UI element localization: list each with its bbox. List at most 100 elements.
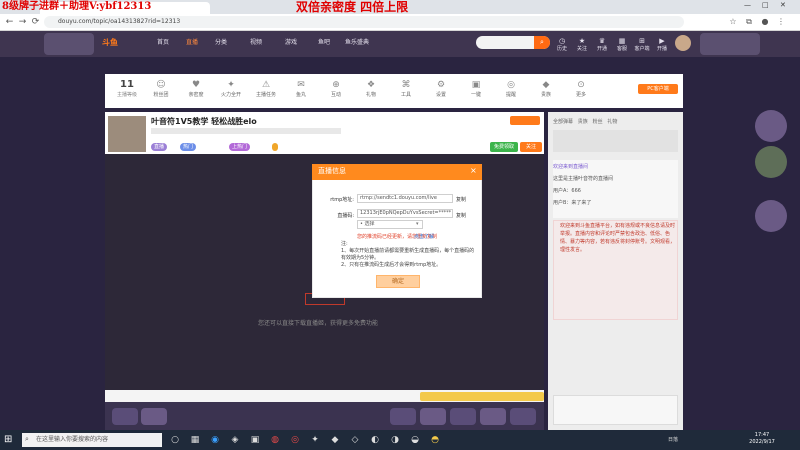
system-clock[interactable]: 17:47 2022/9/17 bbox=[742, 432, 782, 446]
settings-icon[interactable]: ⚙ 设置 bbox=[428, 79, 454, 101]
nav-live[interactable]: 直播 bbox=[186, 38, 198, 48]
nav-category[interactable]: 分类 bbox=[215, 38, 227, 48]
fishball-icon[interactable]: ✉ 鱼丸 bbox=[288, 79, 314, 101]
extension-icon[interactable]: ⧉ bbox=[744, 17, 754, 27]
gift-slot[interactable] bbox=[450, 408, 476, 425]
tab-all[interactable]: 全部弹幕 bbox=[553, 119, 573, 125]
room-tag[interactable] bbox=[272, 143, 278, 151]
profile-icon[interactable]: ● bbox=[760, 17, 770, 27]
claim-button[interactable]: 免费领取 bbox=[490, 142, 518, 152]
reload-icon[interactable]: ⟳ bbox=[30, 17, 41, 28]
gift-icon[interactable]: ❖ 礼物 bbox=[358, 79, 384, 101]
room-tag[interactable]: 热门 bbox=[180, 143, 197, 151]
chat-message: 用户B：来了来了 bbox=[553, 200, 592, 206]
user-avatar[interactable] bbox=[675, 35, 691, 51]
broadcast-icon[interactable]: ▶ 开播 bbox=[653, 37, 671, 53]
fan-club-icon[interactable]: ☺ 粉丝团 bbox=[148, 79, 174, 101]
app-icon[interactable]: ◓ bbox=[428, 433, 442, 447]
app-icon[interactable]: ◑ bbox=[388, 433, 402, 447]
rtmp-field[interactable]: rtmp://sendtc1.douyu.com/live bbox=[357, 194, 453, 203]
more-icon[interactable]: ⊙ 更多 bbox=[568, 79, 594, 101]
app-icon[interactable]: ◇ bbox=[348, 433, 362, 447]
one-click-icon[interactable]: ▣ 一键 bbox=[463, 79, 489, 101]
interact-icon[interactable]: ⊕ 互动 bbox=[323, 79, 349, 101]
tip-line: 2、只有在推流码生成后才会得到rtmp地址。 bbox=[341, 262, 442, 268]
fire-icon[interactable]: ✦ 火力全开 bbox=[218, 79, 244, 101]
taskbar-search-input[interactable]: 在这里输入你要搜索的内容 bbox=[22, 433, 162, 447]
app-icon[interactable]: ◈ bbox=[228, 433, 242, 447]
explorer-icon[interactable]: ▦ bbox=[188, 433, 202, 447]
pc-client-button[interactable]: PC客户端 bbox=[638, 84, 678, 94]
room-title: 叶音符1V5教学 轻松战胜elo bbox=[151, 117, 257, 126]
chat-message: 欢迎来到直播间 bbox=[553, 164, 589, 170]
nav-home[interactable]: 首页 bbox=[157, 38, 169, 48]
nav-yuba[interactable]: 鱼吧 bbox=[318, 38, 330, 48]
anchor-level[interactable]: 11 主播等级 bbox=[112, 79, 142, 98]
streamer-avatar[interactable] bbox=[108, 116, 146, 152]
chat-input[interactable] bbox=[553, 395, 678, 425]
task-view-icon[interactable]: ○ bbox=[168, 433, 182, 447]
window-close-icon[interactable]: ✕ bbox=[780, 1, 786, 9]
gift-slot[interactable] bbox=[390, 408, 416, 425]
gift-slot[interactable] bbox=[112, 408, 138, 425]
learn-more-link[interactable]: 点击了解 bbox=[414, 233, 434, 240]
edge-icon[interactable]: ◉ bbox=[208, 433, 222, 447]
gift-slot[interactable] bbox=[420, 408, 446, 425]
app-icon[interactable]: ▣ bbox=[248, 433, 262, 447]
nav-video[interactable]: 视频 bbox=[250, 38, 262, 48]
server-select[interactable]: • 选择 bbox=[357, 220, 423, 229]
notice-text: 欢迎来到斗鱼直播平台，如有违规或不良信息请及时举报。直播内容和评论时严禁包含政治… bbox=[560, 223, 676, 253]
app-icon[interactable]: ◆ bbox=[328, 433, 342, 447]
gift-slot[interactable] bbox=[510, 408, 536, 425]
tab-gift[interactable]: 礼物 bbox=[607, 119, 617, 125]
search-icon[interactable]: ⌕ bbox=[534, 36, 550, 49]
header-banner-right bbox=[700, 33, 760, 55]
activity-badge[interactable] bbox=[755, 110, 787, 142]
back-icon[interactable]: ← bbox=[4, 17, 15, 28]
nav-game[interactable]: 游戏 bbox=[285, 38, 297, 48]
tab-fans[interactable]: 粉丝 bbox=[593, 119, 603, 125]
activity-badge[interactable] bbox=[755, 200, 787, 232]
app-icon[interactable]: ◐ bbox=[368, 433, 382, 447]
window-minimize-icon[interactable]: — bbox=[744, 1, 751, 9]
confirm-button[interactable]: 确定 bbox=[376, 275, 420, 288]
history-icon[interactable]: ◷ 历史 bbox=[553, 37, 571, 53]
promo-banner[interactable] bbox=[420, 392, 544, 401]
app-icon[interactable]: ◒ bbox=[408, 433, 422, 447]
chevron-down-icon: ▾ bbox=[416, 221, 419, 227]
nav-festival[interactable]: 鱼乐盛典 bbox=[345, 38, 369, 48]
close-icon[interactable]: × bbox=[470, 165, 477, 176]
copy-rtmp-link[interactable]: 复制 bbox=[456, 196, 466, 203]
vip-icon[interactable]: ♛ 开通 bbox=[593, 37, 611, 53]
stream-key-field[interactable]: 12313rjE0pNQepDuYvsSecret=***** bbox=[357, 209, 453, 218]
service-icon[interactable]: ▦ 客服 bbox=[613, 37, 631, 53]
windows-start-icon[interactable]: ⊞ bbox=[4, 434, 12, 446]
noble-icon[interactable]: ◆ 贵族 bbox=[533, 79, 559, 101]
site-logo[interactable]: 斗鱼 bbox=[102, 37, 138, 49]
activity-badge[interactable] bbox=[755, 146, 787, 178]
app-icon[interactable]: ✦ bbox=[308, 433, 322, 447]
reminder-icon[interactable]: ◎ 提醒 bbox=[498, 79, 524, 101]
room-tag[interactable]: 上热门 bbox=[229, 143, 251, 151]
tool-icon[interactable]: ⌘ 工具 bbox=[393, 79, 419, 101]
follow-button[interactable]: 关注 bbox=[520, 142, 542, 152]
room-tag[interactable]: 直播 bbox=[151, 143, 168, 151]
follow-icon[interactable]: ★ 关注 bbox=[573, 37, 591, 53]
copy-key-link[interactable]: 复制 bbox=[456, 212, 466, 219]
bookmark-star-icon[interactable]: ☆ bbox=[728, 17, 738, 27]
client-icon[interactable]: ⊞ 客户端 bbox=[633, 37, 651, 53]
gift-slot[interactable] bbox=[141, 408, 167, 425]
forward-icon[interactable]: → bbox=[17, 17, 28, 28]
task-icon[interactable]: ⚠ 主播任务 bbox=[253, 79, 279, 101]
dialog-title: 直播信息 bbox=[318, 167, 346, 175]
app-icon[interactable]: ◍ bbox=[268, 433, 282, 447]
tab-noble[interactable]: 贵族 bbox=[578, 119, 588, 125]
url-input[interactable]: douyu.com/topic/oa14313827rid=12313 bbox=[44, 16, 684, 28]
gift-slot[interactable] bbox=[480, 408, 506, 425]
weather-text: 日落 bbox=[668, 437, 679, 443]
intimacy-icon[interactable]: ♥ 亲密度 bbox=[183, 79, 209, 101]
window-maximize-icon[interactable]: □ bbox=[762, 1, 769, 9]
report-button[interactable] bbox=[510, 116, 540, 125]
menu-icon[interactable]: ⋮ bbox=[776, 17, 786, 27]
app-icon[interactable]: ◎ bbox=[288, 433, 302, 447]
